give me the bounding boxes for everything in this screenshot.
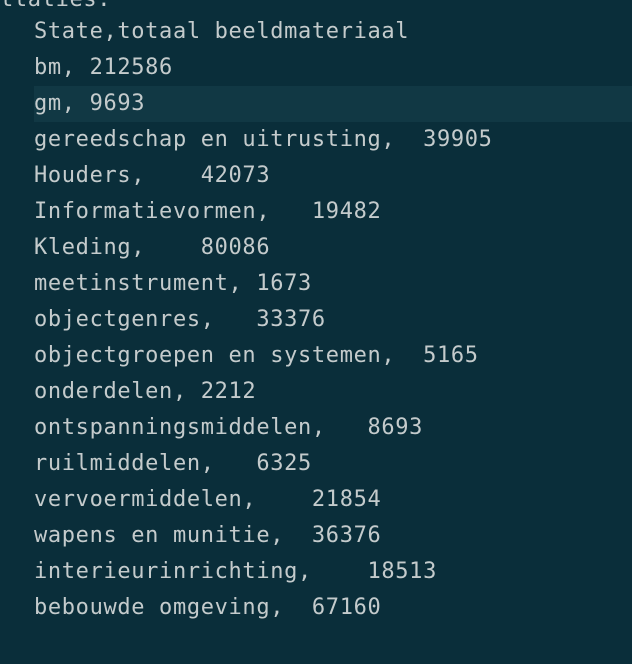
code-line-2[interactable]: bm, 212586 xyxy=(34,50,632,86)
code-line-6[interactable]: Informatievormen, 19482 xyxy=(34,194,632,230)
code-line-5[interactable]: Houders, 42073 xyxy=(34,158,632,194)
code-line-4[interactable]: gereedschap en uitrusting, 39905 xyxy=(34,122,632,158)
text-editor[interactable]: ttaties: State,totaal beeldmateriaal bm,… xyxy=(0,0,632,664)
code-line-17[interactable]: bebouwde omgeving, 67160 xyxy=(34,590,632,626)
code-line-9[interactable]: objectgenres, 33376 xyxy=(34,302,632,338)
code-line-8[interactable]: meetinstrument, 1673 xyxy=(34,266,632,302)
code-line-14[interactable]: vervoermiddelen, 21854 xyxy=(34,482,632,518)
code-line-1[interactable]: State,totaal beeldmateriaal xyxy=(34,14,632,50)
code-line-7[interactable]: Kleding, 80086 xyxy=(34,230,632,266)
code-line-15[interactable]: wapens en munitie, 36376 xyxy=(34,518,632,554)
code-line-13[interactable]: ruilmiddelen, 6325 xyxy=(34,446,632,482)
code-line-10[interactable]: objectgroepen en systemen, 5165 xyxy=(34,338,632,374)
code-line-11[interactable]: onderdelen, 2212 xyxy=(34,374,632,410)
code-line-16[interactable]: interieurinrichting, 18513 xyxy=(34,554,632,590)
code-line-12[interactable]: ontspanningsmiddelen, 8693 xyxy=(34,410,632,446)
code-line-3-current[interactable]: gm, 9693 xyxy=(34,86,632,122)
